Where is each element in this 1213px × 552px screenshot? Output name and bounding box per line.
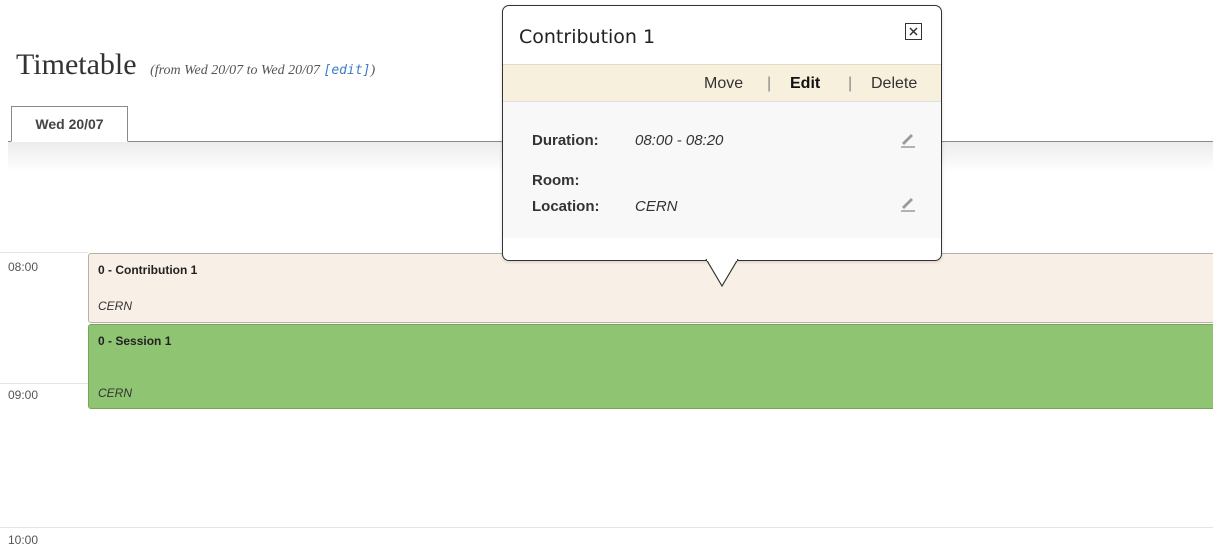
date-range-suffix: ) — [370, 63, 376, 78]
delete-button[interactable]: Delete — [871, 75, 917, 93]
duration-label: Duration: — [532, 132, 599, 149]
session-title: 0 - Session 1 — [98, 334, 172, 348]
edit-button[interactable]: Edit — [790, 75, 820, 93]
hour-label-09: 09:00 — [8, 388, 39, 402]
balloon-body: Duration: 08:00 - 08:20 Room: Location: … — [503, 102, 941, 239]
location-label: Location: — [532, 198, 600, 215]
hour-label-10: 10:00 — [8, 533, 39, 547]
edit-duration-pencil-icon[interactable] — [897, 128, 919, 150]
contribution-entry[interactable]: 0 - Contribution 1 CERN — [88, 253, 1213, 323]
session-entry[interactable]: 0 - Session 1 CERN — [88, 324, 1213, 409]
balloon-title: Contribution 1 — [519, 26, 656, 48]
session-location: CERN — [98, 386, 133, 400]
hour-line-09 — [0, 383, 88, 384]
date-range: (from Wed 20/07 to Wed 20/07 [edit]) — [150, 63, 375, 78]
contribution-title: 0 - Contribution 1 — [98, 263, 198, 277]
page-title: Timetable (from Wed 20/07 to Wed 20/07 [… — [16, 48, 375, 82]
duration-value: 08:00 - 08:20 — [635, 132, 724, 149]
balloon-action-bar: Move | Edit | Delete — [503, 64, 941, 102]
date-range-text: (from Wed 20/07 to Wed 20/07 — [150, 63, 324, 78]
close-icon[interactable] — [905, 23, 922, 40]
hour-line-10 — [0, 527, 1213, 528]
contribution-location: CERN — [98, 299, 133, 313]
edit-dates-link[interactable]: [edit] — [324, 63, 371, 78]
hour-line-08 — [0, 252, 88, 253]
location-value: CERN — [635, 198, 678, 215]
action-separator: | — [848, 75, 853, 92]
action-separator: | — [767, 75, 772, 92]
move-button[interactable]: Move — [704, 75, 743, 93]
room-label: Room: — [532, 172, 580, 189]
balloon-footer — [503, 238, 941, 260]
edit-location-pencil-icon[interactable] — [897, 192, 919, 214]
contribution-balloon: Contribution 1 Move | Edit | Delete Dura… — [502, 5, 942, 261]
hour-label-08: 08:00 — [8, 260, 39, 274]
page-title-text: Timetable — [16, 48, 137, 81]
tab-wed-20-07[interactable]: Wed 20/07 — [11, 106, 128, 142]
